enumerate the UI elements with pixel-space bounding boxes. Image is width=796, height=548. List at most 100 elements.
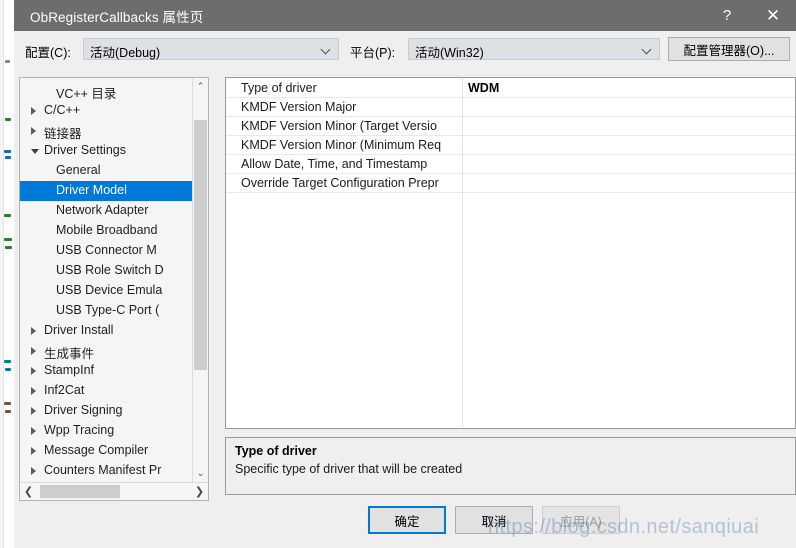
configuration-label: 配置(C): bbox=[25, 46, 71, 60]
code-fragment bbox=[4, 238, 12, 241]
tree-item-label: USB Connector M bbox=[56, 243, 157, 257]
tree-item-label: Driver Settings bbox=[44, 143, 126, 157]
chevron-right-icon[interactable] bbox=[30, 461, 41, 481]
tree-item-usb-type-c-port[interactable]: USB Type-C Port ( bbox=[20, 301, 192, 321]
tree-item-label: Driver Signing bbox=[44, 403, 123, 417]
tree-item-inf2cat[interactable]: Inf2Cat bbox=[20, 381, 192, 401]
property-value[interactable] bbox=[463, 117, 795, 135]
settings-tree[interactable]: VC++ 目录 C/C++ 链接器 Driver Settings General Dri… bbox=[19, 77, 209, 501]
tree-item-general[interactable]: General bbox=[20, 161, 192, 181]
tree-item-label: Inf2Cat bbox=[44, 383, 85, 397]
code-fragment bbox=[5, 156, 11, 159]
tree-vertical-scrollbar[interactable]: ⌃ ⌄ bbox=[192, 78, 208, 482]
code-fragment bbox=[5, 246, 12, 249]
tree-item-label: C/C++ bbox=[44, 103, 81, 117]
tree-item-label: USB Role Switch D bbox=[56, 263, 164, 277]
chevron-right-icon[interactable] bbox=[30, 421, 41, 441]
chevron-right-icon[interactable] bbox=[30, 361, 41, 381]
twisty-glyph bbox=[31, 447, 36, 455]
editor-gutter bbox=[0, 0, 4, 548]
chevron-down-icon[interactable] bbox=[30, 141, 41, 161]
scroll-left-icon[interactable]: ❮ bbox=[20, 483, 37, 500]
platform-value: 活动(Win32) bbox=[415, 46, 484, 60]
property-row[interactable]: KMDF Version Minor (Minimum Req bbox=[226, 136, 795, 155]
chevron-right-icon[interactable] bbox=[30, 381, 41, 401]
chevron-right-icon[interactable] bbox=[30, 441, 41, 461]
property-row[interactable]: KMDF Version Minor (Target Versio bbox=[226, 117, 795, 136]
tree-item-usb-device-emula[interactable]: USB Device Emula bbox=[20, 281, 192, 301]
tree-hscroll-thumb[interactable] bbox=[40, 485, 120, 498]
ok-button[interactable]: 确定 bbox=[368, 506, 446, 534]
tree-item-label: Message Compiler bbox=[44, 443, 149, 457]
property-row[interactable]: Allow Date, Time, and Timestamp bbox=[226, 155, 795, 174]
twisty-glyph bbox=[31, 467, 36, 475]
tree-item-usb-role-switch-d[interactable]: USB Role Switch D bbox=[20, 261, 192, 281]
chevron-right-icon[interactable] bbox=[30, 401, 41, 421]
tree-horizontal-scrollbar[interactable]: ❮ ❯ bbox=[20, 482, 208, 500]
code-fragment bbox=[4, 360, 11, 363]
chevron-right-icon[interactable] bbox=[30, 121, 41, 141]
property-name: Allow Date, Time, and Timestamp bbox=[241, 157, 428, 171]
tree-item-[interactable]: 生成事件 bbox=[20, 341, 192, 361]
chevron-right-icon[interactable] bbox=[30, 341, 41, 361]
property-row[interactable]: Override Target Configuration Prepr bbox=[226, 174, 795, 193]
tree-vscroll-thumb[interactable] bbox=[194, 120, 207, 370]
tree-item-stampinf[interactable]: StampInf bbox=[20, 361, 192, 381]
scroll-up-icon[interactable]: ⌃ bbox=[193, 78, 208, 95]
tree-item-network-adapter[interactable]: Network Adapter bbox=[20, 201, 192, 221]
chevron-right-icon[interactable] bbox=[30, 321, 41, 341]
property-value[interactable]: WDM bbox=[463, 79, 795, 97]
tree-item-label: Driver Model bbox=[56, 183, 127, 197]
chevron-right-icon[interactable] bbox=[30, 101, 41, 121]
apply-button[interactable]: 应用(A) bbox=[542, 506, 620, 534]
twisty-glyph bbox=[31, 367, 36, 375]
tree-item-label: General bbox=[56, 163, 101, 177]
tree-item-vc[interactable]: VC++ 目录 bbox=[20, 81, 192, 101]
property-name: KMDF Version Minor (Target Versio bbox=[241, 119, 437, 133]
configuration-manager-button[interactable]: 配置管理器(O)... bbox=[668, 37, 790, 61]
tree-item-label: 生成事件 bbox=[44, 347, 95, 361]
tree-item-[interactable]: 链接器 bbox=[20, 121, 192, 141]
tree-item-label: Mobile Broadband bbox=[56, 223, 158, 237]
property-name: Override Target Configuration Prepr bbox=[241, 176, 439, 190]
property-name: KMDF Version Minor (Minimum Req bbox=[241, 138, 442, 152]
help-icon[interactable]: ? bbox=[704, 0, 750, 31]
property-value[interactable] bbox=[463, 136, 795, 154]
tree-item-driver-settings[interactable]: Driver Settings bbox=[20, 141, 192, 161]
scroll-right-icon[interactable]: ❯ bbox=[191, 483, 208, 500]
tree-item-mobile-broadband[interactable]: Mobile Broadband bbox=[20, 221, 192, 241]
property-value[interactable] bbox=[463, 174, 795, 192]
tree-item-label: Wpp Tracing bbox=[44, 423, 115, 437]
platform-label: 平台(P): bbox=[350, 46, 396, 60]
twisty-glyph bbox=[31, 427, 36, 435]
property-row[interactable]: KMDF Version Major bbox=[226, 98, 795, 117]
property-value[interactable] bbox=[463, 155, 795, 173]
property-name: KMDF Version Major bbox=[241, 100, 357, 114]
property-row[interactable]: Type of driver WDM bbox=[226, 79, 795, 98]
twisty-glyph bbox=[31, 107, 36, 115]
tree-item-driver-signing[interactable]: Driver Signing bbox=[20, 401, 192, 421]
tree-item-usb-connector-m[interactable]: USB Connector M bbox=[20, 241, 192, 261]
tree-item-wpp-tracing[interactable]: Wpp Tracing bbox=[20, 421, 192, 441]
twisty-glyph bbox=[31, 327, 36, 335]
scroll-down-icon[interactable]: ⌄ bbox=[193, 465, 208, 482]
cancel-button[interactable]: 取消 bbox=[455, 506, 533, 534]
tree-item-c-c[interactable]: C/C++ bbox=[20, 101, 192, 121]
code-fragment bbox=[5, 118, 11, 121]
properties-dialog: ObRegisterCallbacks 属性页 ? ✕ 配置(C): 活动(De… bbox=[14, 0, 796, 548]
close-icon[interactable]: ✕ bbox=[750, 0, 796, 31]
tree-item-message-compiler[interactable]: Message Compiler bbox=[20, 441, 192, 461]
property-grid[interactable]: Type of driver WDM KMDF Version Major KMDF … bbox=[225, 77, 796, 429]
twisty-glyph bbox=[31, 347, 36, 355]
tree-item-driver-model[interactable]: Driver Model bbox=[20, 181, 192, 201]
code-fragment bbox=[5, 368, 11, 371]
tree-item-driver-install[interactable]: Driver Install bbox=[20, 321, 192, 341]
property-value[interactable] bbox=[463, 98, 795, 116]
chevron-down-icon bbox=[643, 45, 652, 54]
tree-item-label: Counters Manifest Pr bbox=[44, 463, 162, 477]
configuration-select[interactable]: 活动(Debug) bbox=[83, 38, 339, 60]
tree-item-counters-manifest-pr[interactable]: Counters Manifest Pr bbox=[20, 461, 192, 481]
code-fragment bbox=[4, 214, 11, 217]
code-fragment bbox=[4, 150, 11, 153]
platform-select[interactable]: 活动(Win32) bbox=[408, 38, 660, 60]
